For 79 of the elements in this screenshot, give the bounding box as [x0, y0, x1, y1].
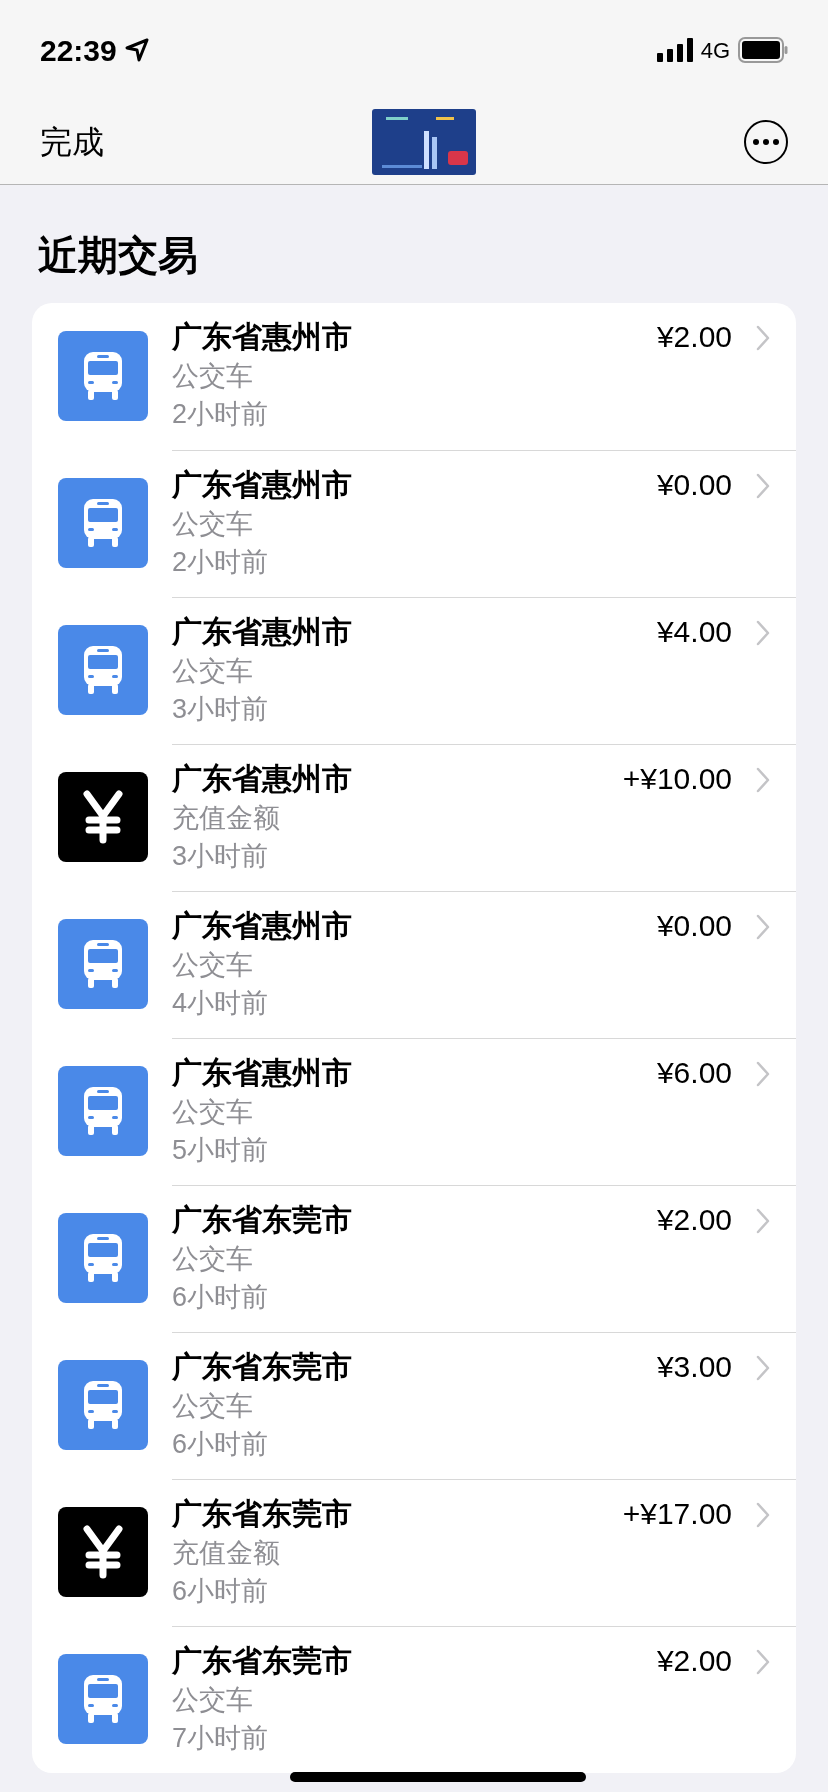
more-button[interactable] [744, 120, 788, 164]
transaction-type: 公交车 [172, 1684, 253, 1717]
chevron-icon [756, 1061, 770, 1087]
bus-icon [58, 1654, 148, 1744]
transaction-time: 2小时前 [172, 398, 269, 431]
bus-icon [58, 1213, 148, 1303]
transaction-amount: ¥0.00 [656, 908, 732, 944]
chevron-icon [756, 767, 770, 793]
transaction-amount: ¥0.00 [656, 467, 732, 503]
transaction-type: 充值金额 [172, 1537, 280, 1570]
bus-icon [58, 919, 148, 1009]
transaction-row[interactable]: 广东省惠州市 公交车 2小时前 ¥0.00 [32, 450, 796, 597]
chevron-icon [756, 1502, 770, 1528]
transaction-place: 广东省惠州市 [172, 1055, 352, 1091]
transaction-time: 4小时前 [172, 987, 269, 1020]
transaction-type: 公交车 [172, 1243, 253, 1276]
transaction-place: 广东省惠州市 [172, 319, 352, 355]
transaction-type: 公交车 [172, 1390, 253, 1423]
transaction-amount: ¥2.00 [656, 1202, 732, 1238]
transaction-time: 6小时前 [172, 1575, 269, 1608]
transaction-amount: +¥10.00 [622, 761, 732, 797]
transaction-time: 3小时前 [172, 840, 269, 873]
transaction-type: 公交车 [172, 655, 253, 688]
transaction-row[interactable]: 广东省东莞市 公交车 7小时前 ¥2.00 [32, 1626, 796, 1773]
transaction-place: 广东省惠州市 [172, 908, 352, 944]
transaction-amount: +¥17.00 [622, 1496, 732, 1532]
bus-icon [58, 625, 148, 715]
transaction-type: 公交车 [172, 508, 253, 541]
transaction-row[interactable]: 广东省惠州市 充值金额 3小时前 +¥10.00 [32, 744, 796, 891]
transaction-place: 广东省东莞市 [172, 1202, 352, 1238]
done-button[interactable]: 完成 [40, 118, 104, 166]
yen-icon [58, 772, 148, 862]
transaction-time: 7小时前 [172, 1722, 269, 1755]
transaction-time: 6小时前 [172, 1281, 269, 1314]
transaction-place: 广东省东莞市 [172, 1496, 352, 1532]
network-label: 4G [700, 36, 730, 65]
transaction-amount: ¥2.00 [656, 319, 732, 355]
chevron-icon [756, 1208, 770, 1234]
transaction-time: 6小时前 [172, 1428, 269, 1461]
bus-icon [58, 1066, 148, 1156]
ellipsis-icon [753, 139, 779, 145]
transaction-amount: ¥2.00 [656, 1643, 732, 1679]
transaction-type: 充值金额 [172, 802, 280, 835]
bus-icon [58, 1360, 148, 1450]
transaction-type: 公交车 [172, 360, 253, 393]
transaction-place: 广东省惠州市 [172, 761, 352, 797]
transaction-row[interactable]: 广东省惠州市 公交车 2小时前 ¥2.00 [32, 303, 796, 450]
chevron-icon [756, 473, 770, 499]
chevron-icon [756, 620, 770, 646]
transaction-type: 公交车 [172, 1096, 253, 1129]
transaction-time: 3小时前 [172, 693, 269, 726]
transaction-place: 广东省惠州市 [172, 467, 352, 503]
transaction-time: 5小时前 [172, 1134, 269, 1167]
transaction-amount: ¥6.00 [656, 1055, 732, 1091]
location-arrow-icon [124, 38, 149, 62]
chevron-icon [756, 1649, 770, 1675]
section-title: 近期交易 [38, 232, 199, 279]
bus-icon [58, 331, 148, 421]
transaction-row[interactable]: 广东省东莞市 公交车 6小时前 ¥2.00 [32, 1185, 796, 1332]
chevron-icon [756, 1355, 770, 1381]
bus-icon [58, 478, 148, 568]
transaction-amount: ¥4.00 [656, 614, 732, 650]
transaction-row[interactable]: 广东省东莞市 充值金额 6小时前 +¥17.00 [32, 1479, 796, 1626]
status-time: 22:39 [40, 32, 117, 69]
transaction-place: 广东省东莞市 [172, 1349, 352, 1385]
transaction-row[interactable]: 广东省惠州市 公交车 4小时前 ¥0.00 [32, 891, 796, 1038]
signal-icon [656, 38, 693, 62]
transaction-place: 广东省东莞市 [172, 1643, 352, 1679]
transaction-place: 广东省惠州市 [172, 614, 352, 650]
transaction-time: 2小时前 [172, 546, 269, 579]
battery-icon [738, 37, 788, 63]
transaction-type: 公交车 [172, 949, 253, 982]
chevron-icon [756, 914, 770, 940]
transaction-row[interactable]: 广东省东莞市 公交车 6小时前 ¥3.00 [32, 1332, 796, 1479]
chevron-icon [756, 325, 770, 351]
transaction-row[interactable]: 广东省惠州市 公交车 5小时前 ¥6.00 [32, 1038, 796, 1185]
yen-icon [58, 1507, 148, 1597]
transaction-amount: ¥3.00 [656, 1349, 732, 1385]
transaction-row[interactable]: 广东省惠州市 公交车 3小时前 ¥4.00 [32, 597, 796, 744]
